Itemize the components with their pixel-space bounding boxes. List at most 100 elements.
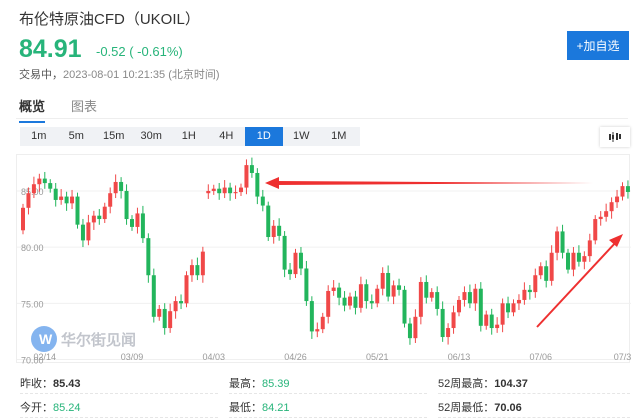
candle-body	[48, 183, 53, 189]
candle-body	[511, 303, 516, 313]
candle-body	[625, 186, 630, 192]
candle-body	[42, 178, 47, 184]
candle-body	[593, 219, 598, 241]
divider	[229, 417, 427, 418]
candle-body	[168, 311, 173, 329]
candle-body	[293, 252, 298, 275]
candle-body	[446, 328, 451, 338]
candle-body	[64, 196, 69, 204]
candle-body	[206, 190, 211, 194]
candle-body	[184, 275, 189, 304]
candle-body	[620, 186, 625, 197]
annotation-arrow-left-shaft	[275, 181, 593, 185]
candle-body	[288, 269, 293, 275]
y-tick-label: 80.00	[21, 243, 44, 253]
candle-body	[560, 231, 565, 253]
candle-body	[413, 316, 418, 339]
candle-body	[375, 288, 380, 304]
candle-body	[222, 187, 227, 194]
candle-body	[189, 265, 194, 276]
status-text: 交易中，	[19, 69, 63, 81]
candle-body	[533, 275, 538, 293]
timeframe-1h[interactable]: 1H	[170, 127, 208, 146]
candle-body	[151, 275, 156, 317]
divider	[20, 417, 218, 418]
price-chart[interactable]: 85.0080.0075.0070.0002/1403/0904/0304/26…	[16, 154, 631, 364]
candle-body	[380, 272, 385, 289]
candle-body	[113, 181, 118, 194]
candle-body	[271, 225, 276, 238]
candle-body	[587, 240, 592, 257]
candle-body	[320, 316, 325, 330]
candle-body	[369, 301, 374, 304]
candle-body	[91, 215, 96, 223]
candle-body	[429, 292, 434, 298]
candle-body	[484, 314, 489, 326]
candle-body	[26, 193, 31, 208]
candle-body	[53, 188, 58, 200]
timeframe-1d[interactable]: 1D	[245, 127, 283, 146]
candle-body	[522, 289, 527, 300]
candle-body	[386, 272, 391, 297]
timeframe-5m[interactable]: 5m	[58, 127, 96, 146]
annotation-arrow-left-head	[265, 177, 279, 189]
candle-body	[424, 281, 429, 298]
candle-body	[75, 196, 80, 225]
candle-body	[195, 265, 200, 276]
x-tick-label: 07/06	[529, 352, 552, 362]
candle-body	[435, 292, 440, 309]
add-watchlist-button[interactable]: +加自选	[567, 31, 629, 60]
candle-body	[544, 266, 549, 281]
y-tick-label: 75.00	[21, 299, 44, 309]
candle-body	[364, 284, 369, 302]
candle-body	[179, 301, 184, 304]
candle-body	[467, 292, 472, 304]
divider	[16, 118, 628, 119]
candlestick-icon	[609, 132, 621, 142]
timeframe-1m[interactable]: 1m	[20, 127, 58, 146]
candle-body	[157, 308, 162, 317]
timeframe-1w[interactable]: 1W	[283, 127, 321, 146]
timestamp: 2023-08-01 10:21:35 (北京时间)	[63, 69, 220, 81]
candle-body	[200, 251, 205, 276]
candle-body	[527, 289, 532, 293]
instrument-title: 布伦特原油CFD（UKOIL）	[19, 11, 200, 28]
candle-body	[146, 238, 151, 276]
candle-body	[337, 287, 342, 298]
timeframe-30m[interactable]: 30m	[133, 127, 171, 146]
stat-label: 最高：	[229, 378, 262, 390]
divider	[438, 417, 630, 418]
candle-body	[331, 287, 336, 291]
candle-body	[130, 219, 134, 227]
candle-body	[609, 202, 614, 212]
candle-body	[239, 187, 243, 193]
candle-body	[119, 181, 124, 191]
candle-body	[506, 303, 511, 313]
candle-body	[538, 266, 543, 276]
timeframe-4h[interactable]: 4H	[208, 127, 246, 146]
chart-type-button[interactable]	[600, 127, 630, 147]
candle-body	[402, 289, 407, 324]
candle-body	[495, 324, 500, 329]
stat-prev-close: 昨收：85.43	[20, 375, 81, 391]
stat-label: 52周最高：	[438, 378, 495, 390]
stat-high: 最高：85.39	[229, 375, 290, 391]
timeframe-1mo[interactable]: 1M	[320, 127, 358, 146]
x-tick-label: 05/21	[366, 352, 389, 362]
x-tick-label: 06/13	[448, 352, 471, 362]
candle-body	[500, 303, 505, 325]
stat-52w-high: 52周最高：104.37	[438, 375, 528, 391]
candle-body	[615, 196, 620, 203]
stat-value: 84.21	[262, 402, 290, 414]
stat-label: 最低：	[229, 402, 262, 414]
candle-body	[228, 187, 233, 194]
candle-body	[260, 196, 265, 206]
candle-body	[315, 329, 320, 332]
timeframe-15m[interactable]: 15m	[95, 127, 133, 146]
candle-body	[473, 288, 478, 304]
candle-body	[462, 292, 467, 300]
stat-value: 70.06	[494, 402, 522, 414]
candle-body	[21, 207, 25, 231]
candle-body	[451, 312, 456, 329]
candle-body	[162, 308, 167, 329]
